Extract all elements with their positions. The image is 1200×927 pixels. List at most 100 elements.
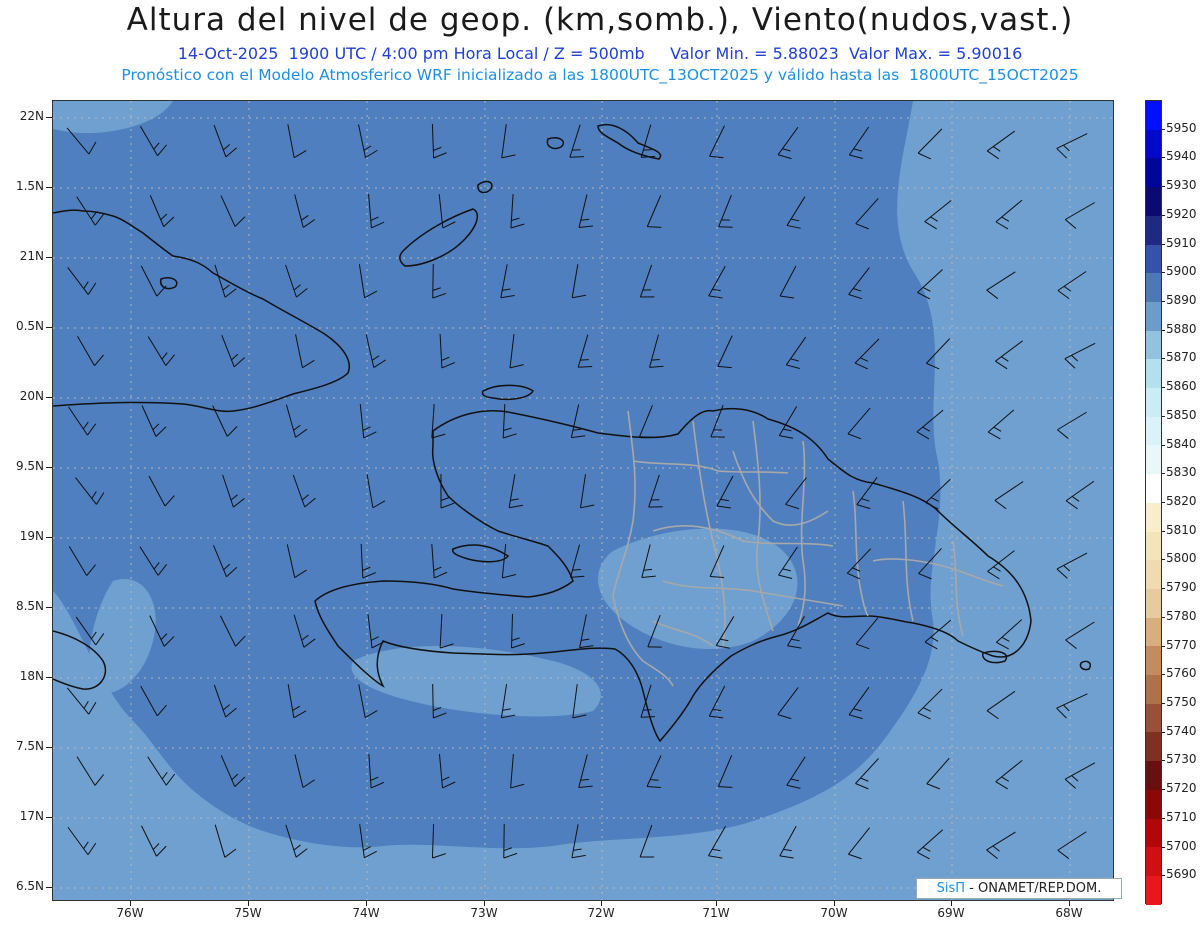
colorbar-swatch — [1146, 560, 1161, 589]
chart-title: Altura del nivel de geop. (km,somb.), Vi… — [126, 2, 1074, 38]
colorbar-tick — [1162, 645, 1165, 647]
colorbar-tick-label: 5690 — [1166, 867, 1197, 882]
lat-tick-label: 21N — [19, 249, 44, 263]
lon-tick-label: 73W — [470, 906, 498, 920]
colorbar-tick — [1162, 530, 1165, 532]
lon-tick-label: 74W — [352, 906, 380, 920]
colorbar-tick — [1162, 387, 1165, 389]
colorbar-swatch — [1146, 445, 1161, 475]
colorbar-swatch — [1146, 215, 1161, 245]
field-main-region — [53, 101, 941, 849]
colorbar-tick-label: 5880 — [1166, 321, 1197, 336]
colorbar-tick-label: 5900 — [1166, 264, 1197, 279]
lon-tick-label: 71W — [702, 906, 730, 920]
colorbar-tick — [1162, 817, 1165, 819]
colorbar-tick — [1162, 358, 1165, 360]
credit-brand: SisΠ — [936, 881, 966, 896]
colorbar-tick-label: 5750 — [1166, 695, 1197, 709]
colorbar-tick — [1162, 186, 1165, 188]
colorbar-tick — [1162, 559, 1165, 561]
lon-tick — [951, 901, 952, 906]
colorbar-swatch — [1146, 359, 1161, 389]
lon-tick — [366, 901, 367, 906]
colorbar-tick — [1162, 444, 1165, 446]
colorbar-swatch — [1146, 301, 1161, 331]
colorbar-swatch — [1146, 416, 1161, 446]
lat-tick — [46, 257, 52, 258]
colorbar-tick-label: 5940 — [1166, 149, 1197, 164]
colorbar-tick — [1162, 875, 1165, 877]
colorbar-swatch — [1146, 187, 1161, 216]
colorbar-swatch — [1146, 101, 1161, 130]
colorbar-tick-label: 5930 — [1166, 178, 1197, 193]
colorbar-swatch — [1146, 273, 1161, 302]
colorbar-tick — [1162, 243, 1165, 245]
subtitle-date-range: 14-Oct-2025 1900 UTC / 4:00 pm Hora Loca… — [177, 44, 1023, 63]
colorbar-tick — [1162, 272, 1165, 274]
lon-tick-label: 75W — [234, 906, 262, 920]
lon-tick — [484, 901, 485, 906]
lat-tick — [46, 467, 52, 468]
colorbar-tick-label: 5920 — [1166, 206, 1197, 221]
lat-tick — [46, 537, 52, 538]
colorbar-tick — [1162, 473, 1165, 475]
subtitle-model-info: Pronóstico con el Modelo Atmosferico WRF… — [121, 66, 1079, 84]
credit-text: - ONAMET/REP.DOM. — [965, 881, 1102, 896]
lat-tick-label: 1.5N — [15, 179, 44, 193]
lon-tick-label: 68W — [1055, 906, 1083, 920]
colorbar-tick-label: 5910 — [1166, 235, 1197, 250]
colorbar-tick-label: 5700 — [1166, 838, 1197, 853]
colorbar-tick-label: 5730 — [1166, 752, 1197, 767]
colorbar-tick — [1162, 157, 1165, 159]
colorbar-swatch — [1146, 588, 1161, 618]
colorbar-swatch — [1146, 646, 1161, 676]
colorbar-tick — [1162, 301, 1165, 302]
lon-tick-label: 69W — [937, 906, 965, 920]
colorbar-tick — [1162, 588, 1165, 590]
lon-tick — [248, 901, 249, 906]
lon-tick-label: 70W — [820, 906, 848, 920]
colorbar-tick-label: 5800 — [1166, 551, 1197, 566]
lat-tick-label: 18N — [19, 669, 44, 683]
credit-badge: SisΠ - ONAMET/REP.DOM. — [916, 878, 1122, 899]
colorbar-swatch — [1146, 617, 1161, 647]
lat-tick-label: 0.5N — [15, 319, 44, 333]
colorbar-tick — [1162, 214, 1165, 216]
colorbar-tick-label: 5710 — [1166, 809, 1197, 824]
colorbar-swatch — [1146, 789, 1161, 819]
colorbar-tick-label: 5780 — [1166, 608, 1197, 623]
colorbar-tick — [1162, 415, 1165, 417]
lat-tick-label: 22N — [19, 109, 44, 123]
colorbar-tick — [1162, 616, 1165, 618]
colorbar-swatch — [1146, 875, 1161, 905]
lat-tick — [46, 747, 52, 748]
lat-tick — [46, 117, 52, 118]
lon-tick — [601, 901, 602, 906]
colorbar-swatch — [1146, 129, 1161, 159]
colorbar-swatch — [1146, 474, 1161, 503]
colorbar-swatch — [1146, 244, 1161, 274]
colorbar-swatch — [1146, 675, 1161, 704]
lat-tick-label: 6.5N — [15, 879, 44, 893]
lat-tick — [46, 817, 52, 818]
lat-tick-label: 19N — [19, 529, 44, 543]
lat-tick — [46, 327, 52, 328]
colorbar-tick-label: 5950 — [1166, 120, 1197, 135]
colorbar-tick — [1162, 329, 1165, 331]
lon-tick-label: 76W — [116, 906, 144, 920]
colorbar-swatch — [1146, 388, 1161, 417]
colorbar-tick-label: 5740 — [1166, 723, 1197, 738]
lon-tick — [1069, 901, 1070, 906]
colorbar-swatch — [1146, 761, 1161, 790]
colorbar-swatch — [1146, 330, 1161, 360]
lat-tick-label: 9.5N — [15, 459, 44, 473]
lat-tick — [46, 187, 52, 188]
lon-tick — [716, 901, 717, 906]
colorbar-tick-label: 5770 — [1166, 637, 1197, 652]
colorbar-tick-label: 5870 — [1166, 350, 1197, 365]
map-canvas — [53, 101, 1113, 900]
lon-tick — [130, 901, 131, 906]
colorbar-swatch — [1146, 818, 1161, 848]
lon-tick — [834, 901, 835, 906]
lat-tick-label: 20N — [19, 389, 44, 403]
